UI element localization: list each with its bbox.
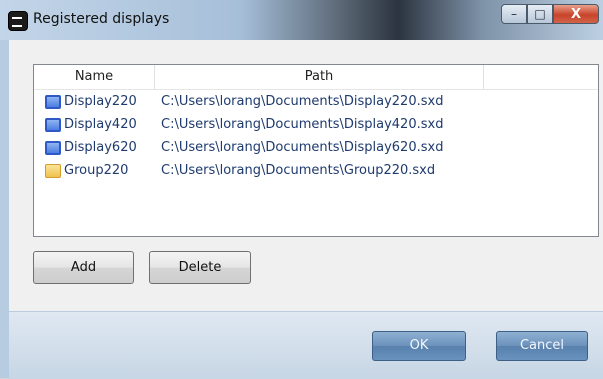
list-item[interactable]: Display420 C:\Users\lorang\Documents\Dis…	[34, 113, 598, 136]
cancel-button[interactable]: Cancel	[496, 331, 588, 361]
column-header-filler	[484, 65, 598, 89]
list-item[interactable]: Display220 C:\Users\lorang\Documents\Dis…	[34, 90, 598, 113]
minimize-button[interactable]: –	[501, 4, 527, 24]
dialog-footer: OK Cancel	[9, 311, 603, 379]
name-cell: Group220	[34, 163, 155, 178]
list-item[interactable]: Group220 C:\Users\lorang\Documents\Group…	[34, 159, 598, 182]
item-path: C:\Users\lorang\Documents\Display420.sxd	[161, 117, 444, 132]
window-title: Registered displays	[33, 11, 170, 27]
close-button[interactable]: X	[553, 4, 599, 24]
item-path: C:\Users\lorang\Documents\Display620.sxd	[161, 140, 444, 155]
column-header-name[interactable]: Name	[34, 65, 155, 89]
folder-icon	[45, 163, 61, 178]
name-cell: Display420	[34, 117, 155, 132]
item-name: Group220	[64, 163, 129, 178]
item-path: C:\Users\lorang\Documents\Group220.sxd	[161, 163, 436, 178]
item-name: Display420	[64, 117, 137, 132]
list-header: Name Path	[34, 65, 598, 90]
item-name: Display620	[64, 140, 137, 155]
ok-button[interactable]: OK	[372, 331, 466, 361]
app-icon	[8, 11, 28, 31]
item-name: Display220	[64, 94, 137, 109]
displays-list[interactable]: Name Path Display220 C:\Users\lorang\Doc…	[33, 64, 599, 237]
display-icon	[45, 117, 61, 132]
name-cell: Display220	[34, 94, 155, 109]
maximize-button[interactable]: □	[527, 4, 553, 24]
delete-button[interactable]: Delete	[149, 251, 251, 284]
list-item[interactable]: Display620 C:\Users\lorang\Documents\Dis…	[34, 136, 598, 159]
title-bar[interactable]: Registered displays – □ X	[0, 0, 603, 40]
name-cell: Display620	[34, 140, 155, 155]
column-header-path[interactable]: Path	[155, 65, 484, 89]
window-controls: – □ X	[501, 4, 599, 24]
dialog-body: Name Path Display220 C:\Users\lorang\Doc…	[9, 40, 603, 379]
add-button[interactable]: Add	[33, 251, 134, 284]
item-path: C:\Users\lorang\Documents\Display220.sxd	[161, 94, 444, 109]
display-icon	[45, 140, 61, 155]
display-icon	[45, 94, 61, 109]
